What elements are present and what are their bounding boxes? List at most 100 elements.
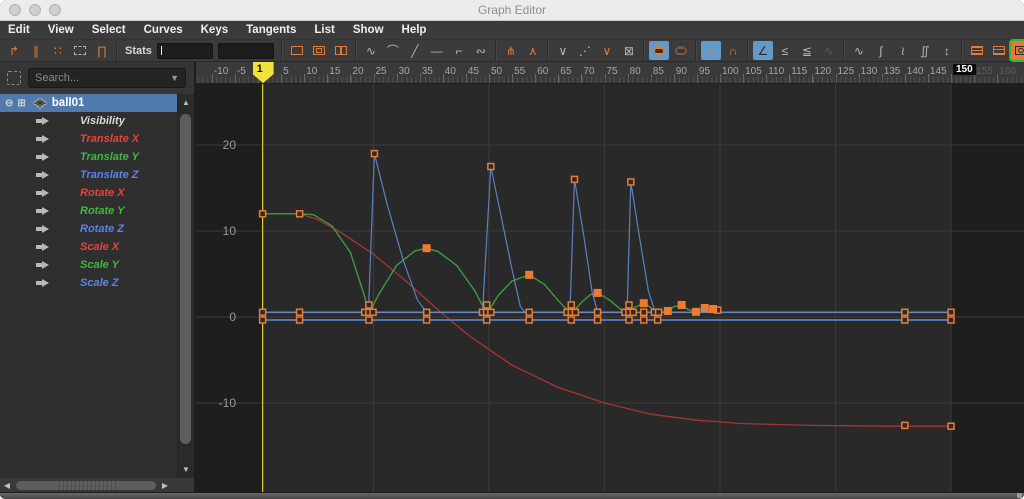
auto-tangent-button[interactable]: ∨ [553, 41, 573, 60]
keyframe[interactable] [260, 317, 266, 323]
frame-center-current-time-button[interactable] [309, 41, 329, 60]
zoom-button[interactable] [49, 4, 61, 16]
keyframe[interactable] [595, 317, 601, 323]
pre-infinity-cycle-button[interactable]: ∿ [849, 41, 869, 60]
ghost-curves-button[interactable]: ∿ [819, 41, 839, 60]
scroll-left-icon[interactable]: ◀ [0, 481, 14, 490]
pre-infinity-cycle-offset-button[interactable]: ∫ [871, 41, 891, 60]
plateau-tangents-button[interactable]: ∾ [471, 41, 491, 60]
value-snap-button[interactable]: ∩ [723, 41, 743, 60]
keyframe-selected[interactable] [594, 289, 601, 296]
keyframe[interactable] [655, 317, 661, 323]
scroll-up-icon[interactable]: ▲ [178, 98, 194, 107]
scroll-right-icon[interactable]: ▶ [158, 481, 172, 490]
keyframe-selected[interactable] [423, 245, 430, 252]
post-infinity-cycle-button[interactable]: ≀ [893, 41, 913, 60]
keyframe[interactable] [641, 309, 647, 315]
keyframe[interactable] [656, 309, 662, 315]
stats-value-field[interactable] [218, 43, 274, 59]
channel-row-translate-y[interactable]: Translate Y [0, 148, 177, 166]
keyframe[interactable] [902, 317, 908, 323]
keyframe[interactable] [902, 422, 908, 428]
keyframe[interactable] [948, 423, 954, 429]
channel-row-scale-z[interactable]: Scale Z [0, 274, 177, 292]
horizontal-scrollbar[interactable]: ◀ ▶ [0, 478, 194, 492]
search-input[interactable]: Search... ▼ [28, 68, 186, 88]
horizontal-scroll-thumb[interactable] [16, 481, 156, 490]
normalized-view-button[interactable]: ≦ [797, 41, 817, 60]
keyframe[interactable] [260, 211, 266, 217]
curve-smoothness-button[interactable]: ↕ [937, 41, 957, 60]
tree-item-ball01[interactable]: ⊖ ⊞ ball01 [0, 94, 177, 112]
menu-select[interactable]: Select [92, 24, 126, 36]
keyframe[interactable] [568, 317, 574, 323]
retime-tool[interactable]: ∏ [92, 41, 112, 60]
default-tangent-button[interactable]: ∨ [597, 41, 617, 60]
move-nearest-picked-key-tool[interactable]: ↱ [4, 41, 24, 60]
keyframe-selected[interactable] [640, 300, 647, 307]
stats-time-field[interactable] [157, 43, 213, 59]
keyframe[interactable] [630, 309, 636, 315]
select-filter-icon[interactable] [7, 71, 21, 85]
current-time-marker[interactable]: 1 [253, 62, 274, 83]
keyframe[interactable] [902, 309, 908, 315]
lock-tangent-weight-button[interactable]: ⊠ [619, 41, 639, 60]
flat-tangents-button[interactable]: — [427, 41, 447, 60]
keyframe[interactable] [948, 317, 954, 323]
channel-row-visibility[interactable]: Visibility [0, 112, 177, 130]
collapse-icon[interactable]: ⊖ [5, 98, 13, 109]
keyframe-selected[interactable] [664, 307, 671, 314]
frame-all-button[interactable] [287, 41, 307, 60]
keyframe-selected[interactable] [678, 301, 685, 308]
menu-view[interactable]: View [48, 24, 74, 36]
menu-show[interactable]: Show [353, 24, 384, 36]
keyframe[interactable] [366, 317, 372, 323]
open-time-editor-button[interactable] [1011, 41, 1024, 60]
scroll-down-icon[interactable]: ▼ [178, 465, 194, 474]
keyframe[interactable] [626, 317, 632, 323]
open-dope-sheet-button[interactable] [967, 41, 987, 60]
keyframe-selected[interactable] [701, 304, 708, 311]
keyframe[interactable] [488, 309, 494, 315]
post-infinity-cycle-offset-button[interactable]: ∬ [915, 41, 935, 60]
vertical-scroll-thumb[interactable] [180, 114, 191, 444]
keyframe[interactable] [297, 211, 303, 217]
swap-buffer-curve-button[interactable] [671, 41, 691, 60]
keyframe[interactable] [424, 317, 430, 323]
keyframe-selected[interactable] [692, 308, 699, 315]
keyframe[interactable] [526, 309, 532, 315]
keyframe[interactable] [297, 317, 303, 323]
keyframe[interactable] [628, 179, 634, 185]
channel-row-scale-y[interactable]: Scale Y [0, 256, 177, 274]
keyframe[interactable] [366, 302, 372, 308]
keyframe[interactable] [572, 309, 578, 315]
insert-keys-tool[interactable]: ∥ [26, 41, 46, 60]
stacked-view-button[interactable]: ≤ [775, 41, 795, 60]
break-tangents-button[interactable]: ⋔ [501, 41, 521, 60]
channel-row-rotate-z[interactable]: Rotate Z [0, 220, 177, 238]
close-button[interactable] [9, 4, 21, 16]
menu-list[interactable]: List [314, 24, 334, 36]
keyframe[interactable] [297, 309, 303, 315]
region-select-keys-tool[interactable] [70, 41, 90, 60]
open-trax-editor-button[interactable] [989, 41, 1009, 60]
expand-icon[interactable]: ⊞ [17, 98, 25, 109]
chevron-down-icon[interactable]: ▼ [170, 73, 179, 83]
curve-canvas[interactable]: 20100-10 [196, 84, 1024, 492]
channel-row-rotate-y[interactable]: Rotate Y [0, 202, 177, 220]
free-tangent-weight-button[interactable]: ⋰ [575, 41, 595, 60]
menu-curves[interactable]: Curves [144, 24, 183, 36]
channel-row-rotate-x[interactable]: Rotate X [0, 184, 177, 202]
channel-row-translate-z[interactable]: Translate Z [0, 166, 177, 184]
auto-frame-button[interactable] [649, 41, 669, 60]
clamped-tangents-button[interactable]: ⌒ [383, 41, 403, 60]
keyframe[interactable] [370, 309, 376, 315]
absolute-view-button[interactable]: ∠ [753, 41, 773, 60]
keyframe[interactable] [371, 151, 377, 157]
keyframe[interactable] [484, 302, 490, 308]
keyframe[interactable] [484, 317, 490, 323]
keyframe-selected[interactable] [526, 271, 533, 278]
channel-row-scale-x[interactable]: Scale X [0, 238, 177, 256]
lattice-deform-keys-tool[interactable]: ∷ [48, 41, 68, 60]
time-ruler[interactable]: -10-551015202530354045505560657075808590… [196, 62, 1024, 84]
